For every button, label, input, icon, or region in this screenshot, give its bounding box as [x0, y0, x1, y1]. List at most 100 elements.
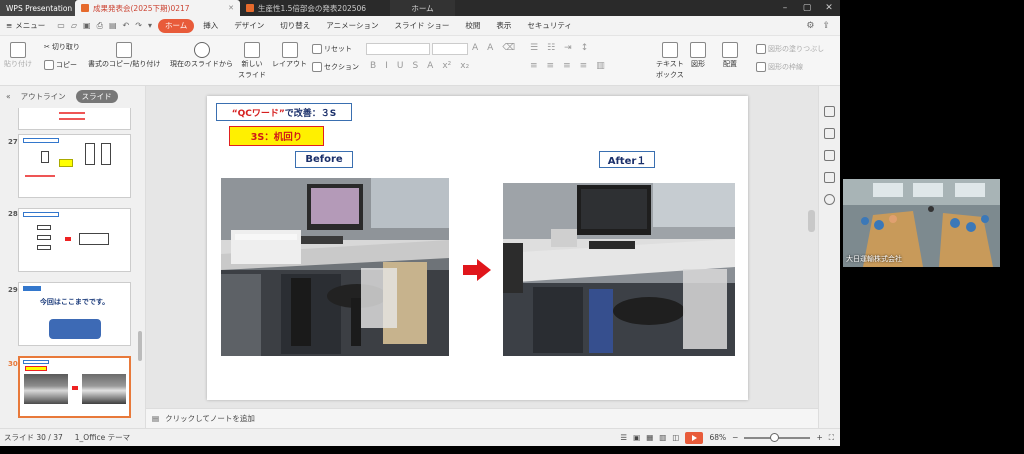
format-painter-button[interactable]: 書式のコピー/貼り付け	[88, 42, 160, 69]
underline-icon[interactable]: U	[397, 61, 404, 71]
more-icon[interactable]: ▾	[148, 21, 152, 31]
clear-format-icon[interactable]: ⌫	[502, 43, 515, 53]
line-spacing-icon[interactable]: ↕	[581, 43, 589, 53]
after-label[interactable]: After１	[599, 151, 655, 168]
outline-tab[interactable]: アウトライン	[21, 91, 66, 102]
shape-outline-button[interactable]: 図形の枠線	[756, 62, 803, 72]
slide-thumbnail-27[interactable]	[18, 134, 131, 198]
grow-font-icon[interactable]: A	[472, 43, 478, 53]
ribbon-tab[interactable]: 表示	[489, 19, 518, 33]
slide-title[interactable]: “QCワード” で改善：３S	[216, 103, 352, 121]
shrink-font-icon[interactable]: A	[487, 43, 493, 53]
paste-button[interactable]: 貼り付け	[4, 42, 32, 69]
close-tab-icon[interactable]: ✕	[228, 4, 234, 12]
new-file-icon[interactable]: ▭	[57, 21, 65, 31]
copy-button[interactable]: コピー	[44, 60, 77, 70]
menu-button[interactable]: ≡ メニュー	[0, 20, 51, 31]
indent-icon[interactable]: ⇥	[564, 43, 572, 53]
from-current-slide-button[interactable]: 現在のスライドから	[170, 42, 233, 69]
reading-view-icon[interactable]: ▥	[659, 433, 666, 442]
bullets-icon[interactable]: ☰	[530, 43, 538, 53]
open-folder-icon[interactable]: ▱	[71, 21, 77, 31]
fit-window-icon[interactable]: ⛶	[829, 433, 834, 443]
app-tab[interactable]: WPS Presentation	[0, 0, 75, 16]
numbering-icon[interactable]: ☷	[547, 43, 555, 53]
minimize-icon[interactable]: –	[774, 0, 796, 16]
undo-icon[interactable]: ↶	[123, 21, 130, 31]
home-tab[interactable]: ホーム	[390, 0, 455, 16]
collapse-panel-icon[interactable]: «	[6, 92, 11, 101]
redo-icon[interactable]: ↷	[135, 21, 142, 31]
font-size-select[interactable]	[432, 43, 468, 55]
reset-label: リセット	[324, 45, 352, 53]
subscript-icon[interactable]: x₂	[460, 61, 469, 71]
zoom-slider-knob[interactable]	[770, 432, 780, 442]
columns-icon[interactable]: ▥	[596, 61, 605, 71]
history-icon[interactable]	[824, 194, 835, 205]
zoom-out-icon[interactable]: −	[732, 433, 738, 442]
ribbon-tab[interactable]: アニメーション	[319, 19, 385, 33]
properties-icon[interactable]	[824, 106, 835, 117]
close-window-icon[interactable]: ✕	[818, 0, 840, 16]
slide-thumbnail-26[interactable]	[18, 108, 131, 130]
before-label[interactable]: Before	[295, 151, 353, 168]
zoom-in-icon[interactable]: +	[816, 433, 822, 442]
print-preview-icon[interactable]: ▤	[109, 21, 117, 31]
after-photo[interactable]	[503, 183, 735, 356]
new-slide-button[interactable]: 新しい スライド	[238, 42, 266, 80]
strikethrough-icon[interactable]: S	[412, 61, 418, 71]
align-right-icon[interactable]: ≡	[563, 61, 571, 71]
animation-icon[interactable]	[824, 128, 835, 139]
font-name-select[interactable]	[366, 43, 430, 55]
align-center-icon[interactable]: ≡	[547, 61, 555, 71]
shape-button[interactable]: 図形	[690, 42, 706, 69]
settings-icon[interactable]: ⚙	[806, 21, 814, 31]
panel-scrollbar[interactable]	[138, 331, 142, 361]
3s-tag[interactable]: 3S：机回り	[229, 126, 324, 146]
picture-icon[interactable]	[824, 150, 835, 161]
video-participant-tile[interactable]: 大日運輸株式会社	[843, 179, 1000, 267]
align-left-icon[interactable]: ≡	[530, 61, 538, 71]
slide[interactable]: “QCワード” で改善：３S 3S：机回り Before After１	[207, 96, 748, 400]
presentation-file-icon	[246, 4, 254, 12]
cut-button[interactable]: ✂ 切り取り	[44, 42, 80, 52]
normal-view-icon[interactable]: ▣	[633, 433, 640, 442]
justify-icon[interactable]: ≡	[580, 61, 588, 71]
slide-thumbnail-30-selected[interactable]	[18, 356, 131, 418]
ribbon-tab[interactable]: ホーム	[157, 18, 195, 33]
slideshow-play-icon[interactable]	[685, 431, 704, 444]
share-icon[interactable]: ⇪	[822, 21, 830, 31]
ribbon-tab[interactable]: 校閲	[458, 19, 487, 33]
slides-tab[interactable]: スライド	[75, 89, 118, 103]
font-color-icon[interactable]: A	[427, 61, 433, 71]
notes-toggle-icon[interactable]: ☰	[620, 433, 627, 442]
slide-thumbnail-29[interactable]: 今回はここまでです。	[18, 282, 131, 346]
maximize-icon[interactable]: ▢	[796, 0, 818, 16]
sorter-view-icon[interactable]: ▦	[646, 433, 653, 442]
ribbon-tab[interactable]: スライド ショー	[387, 19, 456, 33]
notes-pane[interactable]: ▤ クリックしてノートを追加	[146, 408, 818, 428]
ribbon-tab[interactable]: 切り替え	[273, 19, 317, 33]
before-photo[interactable]	[221, 178, 449, 356]
reset-button[interactable]: リセット	[312, 44, 352, 54]
superscript-icon[interactable]: x²	[442, 61, 451, 71]
canvas-scrollbar[interactable]	[808, 210, 815, 232]
section-button[interactable]: セクション	[312, 62, 359, 72]
arrange-button[interactable]: 配置	[722, 42, 738, 69]
slide-thumbnail-28[interactable]	[18, 208, 131, 272]
ribbon-tab[interactable]: 挿入	[196, 19, 225, 33]
textbox-button[interactable]: テキスト ボックス	[656, 42, 684, 80]
shape-fill-button[interactable]: 図形の塗りつぶし	[756, 44, 824, 54]
document-tab[interactable]: 生産性1.5倍部会の発表202506	[240, 0, 390, 16]
adjust-icon[interactable]	[824, 172, 835, 183]
save-icon[interactable]: ▣	[83, 21, 91, 31]
print-icon[interactable]: ⎙	[97, 21, 103, 31]
zoom-slider[interactable]	[744, 432, 811, 442]
bold-icon[interactable]: B	[370, 61, 376, 71]
italic-icon[interactable]: I	[385, 61, 388, 71]
ribbon-tab[interactable]: セキュリティ	[520, 19, 579, 33]
layout-button[interactable]: レイアウト	[272, 42, 307, 69]
document-tab-active[interactable]: 成果発表会(2025下期)0217 ✕	[75, 0, 240, 16]
ribbon-tab[interactable]: デザイン	[227, 19, 271, 33]
presenter-view-icon[interactable]: ◫	[672, 433, 679, 442]
